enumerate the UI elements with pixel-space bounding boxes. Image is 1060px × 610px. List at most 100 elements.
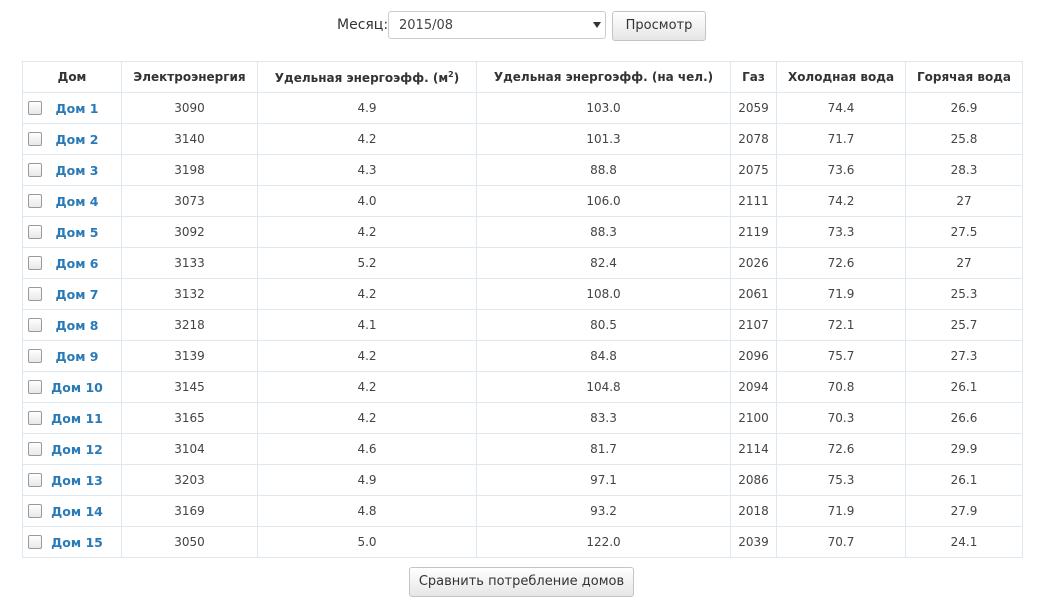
house-link-wrap: Дом 11: [42, 411, 112, 426]
electricity-cell: 3140: [121, 123, 258, 155]
house-cell: Дом 7: [22, 278, 122, 310]
cold-water-cell: 71.7: [776, 123, 906, 155]
house-checkbox[interactable]: [28, 163, 42, 177]
house-cell: Дом 15: [22, 526, 122, 558]
electricity-cell: 3145: [121, 371, 258, 403]
house-link[interactable]: Дом 1: [56, 101, 99, 116]
house-link[interactable]: Дом 11: [51, 411, 103, 426]
month-select-value: 2015/08: [399, 18, 454, 33]
header-hot-water: Горячая вода: [905, 61, 1023, 93]
efficiency-m2-cell: 4.2: [257, 371, 477, 403]
filter-toolbar: Месяц: 2015/08 Просмотр: [0, 11, 1060, 41]
house-link-wrap: Дом 10: [42, 380, 112, 395]
table-header-row: Дом Электроэнергия Удельная энергоэфф. (…: [22, 61, 1023, 93]
house-link-wrap: Дом 12: [42, 442, 112, 457]
house-cell: Дом 4: [22, 185, 122, 217]
house-link[interactable]: Дом 8: [56, 318, 99, 333]
cold-water-cell: 70.8: [776, 371, 906, 403]
house-checkbox[interactable]: [28, 411, 42, 425]
house-checkbox[interactable]: [28, 318, 42, 332]
efficiency-person-cell: 81.7: [476, 433, 731, 465]
gas-cell: 2119: [730, 216, 777, 248]
house-checkbox[interactable]: [28, 132, 42, 146]
caret-down-icon: [593, 22, 601, 28]
efficiency-m2-cell: 4.9: [257, 92, 477, 124]
gas-cell: 2100: [730, 402, 777, 434]
house-link-wrap: Дом 13: [42, 473, 112, 488]
house-checkbox[interactable]: [28, 194, 42, 208]
house-link[interactable]: Дом 10: [51, 380, 103, 395]
cold-water-cell: 72.6: [776, 247, 906, 279]
view-button[interactable]: Просмотр: [612, 11, 706, 41]
hot-water-cell: 27: [905, 247, 1023, 279]
hot-water-cell: 27.5: [905, 216, 1023, 248]
electricity-cell: 3218: [121, 309, 258, 341]
month-select[interactable]: 2015/08: [388, 11, 606, 39]
month-label: Месяц:: [337, 17, 389, 33]
table-row: Дом 2 3140 4.2 101.3 2078 71.7 25.8: [22, 123, 1023, 155]
house-link[interactable]: Дом 13: [51, 473, 103, 488]
house-checkbox[interactable]: [28, 101, 42, 115]
compare-houses-button[interactable]: Сравнить потребление домов: [409, 567, 634, 597]
hot-water-cell: 26.6: [905, 402, 1023, 434]
house-checkbox[interactable]: [28, 442, 42, 456]
efficiency-m2-cell: 4.2: [257, 123, 477, 155]
house-link-wrap: Дом 15: [42, 535, 112, 550]
house-checkbox[interactable]: [28, 473, 42, 487]
cold-water-cell: 72.1: [776, 309, 906, 341]
house-checkbox[interactable]: [28, 535, 42, 549]
hot-water-cell: 29.9: [905, 433, 1023, 465]
cold-water-cell: 73.6: [776, 154, 906, 186]
efficiency-person-cell: 103.0: [476, 92, 731, 124]
house-link[interactable]: Дом 9: [56, 349, 99, 364]
efficiency-person-cell: 88.8: [476, 154, 731, 186]
house-checkbox[interactable]: [28, 349, 42, 363]
electricity-cell: 3139: [121, 340, 258, 372]
house-link[interactable]: Дом 6: [56, 256, 99, 271]
electricity-cell: 3198: [121, 154, 258, 186]
header-efficiency-m2-prefix: Удельная энергоэфф. (м: [274, 70, 449, 85]
electricity-cell: 3090: [121, 92, 258, 124]
house-cell: Дом 5: [22, 216, 122, 248]
header-efficiency-m2: Удельная энергоэфф. (м2): [257, 61, 477, 93]
table-row: Дом 10 3145 4.2 104.8 2094 70.8 26.1: [22, 371, 1023, 403]
gas-cell: 2075: [730, 154, 777, 186]
house-cell: Дом 14: [22, 495, 122, 527]
electricity-cell: 3169: [121, 495, 258, 527]
cold-water-cell: 70.3: [776, 402, 906, 434]
table-row: Дом 9 3139 4.2 84.8 2096 75.7 27.3: [22, 340, 1023, 372]
gas-cell: 2018: [730, 495, 777, 527]
hot-water-cell: 27.3: [905, 340, 1023, 372]
house-link[interactable]: Дом 5: [56, 225, 99, 240]
gas-cell: 2078: [730, 123, 777, 155]
efficiency-m2-cell: 4.2: [257, 278, 477, 310]
house-link[interactable]: Дом 4: [56, 194, 99, 209]
efficiency-person-cell: 106.0: [476, 185, 731, 217]
electricity-cell: 3165: [121, 402, 258, 434]
efficiency-m2-cell: 5.0: [257, 526, 477, 558]
efficiency-person-cell: 82.4: [476, 247, 731, 279]
house-link[interactable]: Дом 12: [51, 442, 103, 457]
house-link[interactable]: Дом 14: [51, 504, 103, 519]
efficiency-m2-cell: 4.6: [257, 433, 477, 465]
house-link[interactable]: Дом 15: [51, 535, 103, 550]
hot-water-cell: 26.9: [905, 92, 1023, 124]
house-link[interactable]: Дом 3: [56, 163, 99, 178]
house-checkbox[interactable]: [28, 256, 42, 270]
efficiency-m2-cell: 4.9: [257, 464, 477, 496]
gas-cell: 2094: [730, 371, 777, 403]
house-link[interactable]: Дом 7: [56, 287, 99, 302]
electricity-cell: 3092: [121, 216, 258, 248]
table-row: Дом 12 3104 4.6 81.7 2114 72.6 29.9: [22, 433, 1023, 465]
house-link-wrap: Дом 9: [42, 349, 112, 364]
house-checkbox[interactable]: [28, 504, 42, 518]
efficiency-person-cell: 93.2: [476, 495, 731, 527]
house-cell: Дом 12: [22, 433, 122, 465]
house-link[interactable]: Дом 2: [56, 132, 99, 147]
efficiency-person-cell: 80.5: [476, 309, 731, 341]
house-checkbox[interactable]: [28, 225, 42, 239]
gas-cell: 2039: [730, 526, 777, 558]
house-checkbox[interactable]: [28, 380, 42, 394]
house-link-wrap: Дом 2: [42, 132, 112, 147]
house-checkbox[interactable]: [28, 287, 42, 301]
